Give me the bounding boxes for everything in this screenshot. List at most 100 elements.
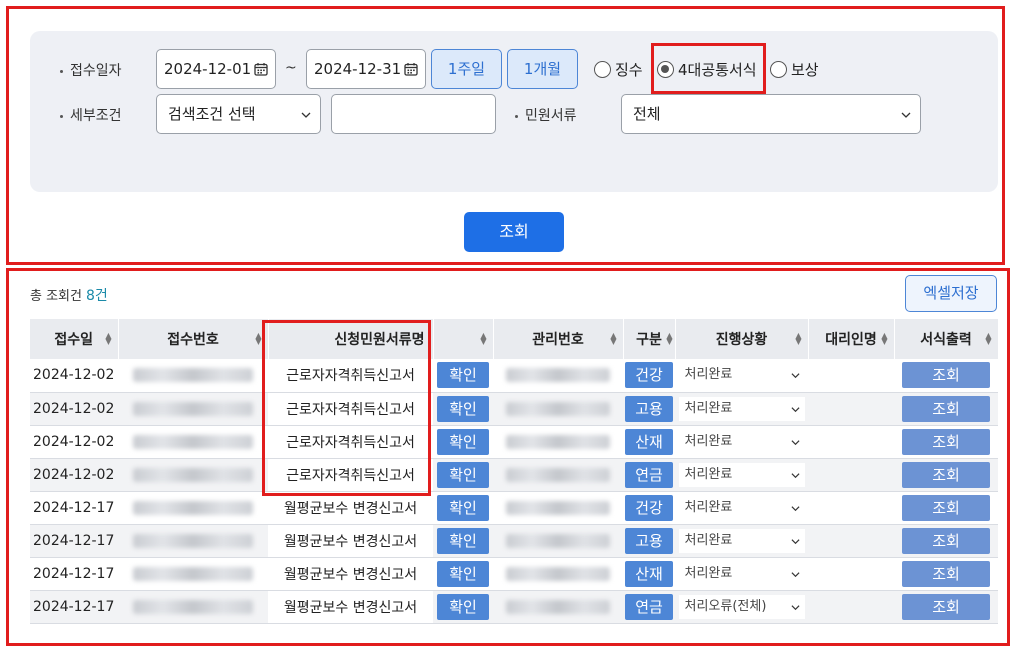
date-from-input[interactable]: 2024-12-01 [156, 49, 276, 89]
status-select[interactable]: 처리완료 [678, 561, 805, 586]
confirm-button[interactable]: 확인 [437, 494, 489, 521]
table-row[interactable]: 2024-12-17 월평균보수 변경신고서 확인 산재 처리완료 조회 [30, 557, 998, 591]
status-cell: 처리완료 [675, 458, 808, 492]
col-header-doc-name[interactable]: 신청민원서류명 [268, 319, 434, 359]
confirm-button[interactable]: 확인 [437, 428, 489, 455]
table-row[interactable]: 2024-12-02 근로자자격취득신고서 확인 건강 처리완료 조회 [30, 359, 998, 393]
insurance-type-badge[interactable]: 고용 [625, 527, 673, 554]
agent-name [808, 392, 894, 426]
confirm-button[interactable]: 확인 [437, 362, 489, 389]
print-cell: 조회 [894, 524, 998, 558]
type-cell: 건강 [623, 359, 675, 393]
sort-icon[interactable]: ▲ ▼ [255, 332, 261, 346]
form-print-button[interactable]: 조회 [902, 362, 990, 389]
table-row[interactable]: 2024-12-02 근로자자격취득신고서 확인 고용 처리완료 조회 [30, 392, 998, 426]
insurance-type-badge[interactable]: 산재 [625, 428, 673, 455]
excel-save-button[interactable]: 엑셀저장 [905, 275, 997, 312]
status-select[interactable]: 처리완료 [678, 528, 805, 553]
status-select[interactable]: 처리완료 [678, 429, 805, 454]
sort-icon[interactable]: ▲ ▼ [105, 332, 111, 346]
form-print-button[interactable]: 조회 [902, 428, 990, 455]
management-number-redacted [493, 392, 623, 426]
print-cell: 조회 [894, 425, 998, 459]
table-row[interactable]: 2024-12-17 월평균보수 변경신고서 확인 건강 처리완료 조회 [30, 491, 998, 525]
status-select[interactable]: 처리오류(전체) [678, 594, 805, 619]
receipt-number-redacted [118, 590, 268, 624]
radio-jingsu[interactable]: 징수 [594, 59, 643, 80]
calendar-icon[interactable] [404, 62, 418, 76]
sort-icon[interactable]: ▲ ▼ [480, 332, 486, 346]
confirm-button[interactable]: 확인 [437, 395, 489, 422]
status-cell: 처리완료 [675, 425, 808, 459]
col-header-receipt-no[interactable]: 접수번호 ▲ ▼ [118, 319, 269, 359]
management-number-redacted [493, 557, 623, 591]
table-row[interactable]: 2024-12-17 월평균보수 변경신고서 확인 연금 처리오류(전체) 조회 [30, 590, 998, 624]
sort-icon[interactable]: ▲ ▼ [795, 332, 801, 346]
sort-icon[interactable]: ▲ ▼ [881, 332, 887, 346]
status-select[interactable]: 처리완료 [678, 396, 805, 421]
insurance-type-badge[interactable]: 고용 [625, 395, 673, 422]
calendar-icon[interactable] [254, 62, 268, 76]
insurance-type-badge[interactable]: 산재 [625, 560, 673, 587]
status-select[interactable]: 처리완료 [678, 462, 805, 487]
document-name: 월평균보수 변경신고서 [268, 590, 433, 624]
chevron-down-icon [901, 112, 911, 118]
form-print-button[interactable]: 조회 [902, 395, 990, 422]
status-cell: 처리완료 [675, 524, 808, 558]
sort-icon[interactable]: ▲ ▼ [666, 332, 672, 346]
form-print-button[interactable]: 조회 [902, 593, 990, 620]
type-cell: 연금 [623, 590, 675, 624]
insurance-type-badge[interactable]: 건강 [625, 362, 673, 389]
detail-condition-input[interactable] [331, 94, 496, 134]
radio-button[interactable] [594, 61, 611, 78]
table-row[interactable]: 2024-12-02 근로자자격취득신고서 확인 산재 처리완료 조회 [30, 425, 998, 459]
agent-name [808, 590, 894, 624]
col-header-management-no[interactable]: 관리번호 ▲ ▼ [493, 319, 624, 359]
confirm-button[interactable]: 확인 [437, 593, 489, 620]
insurance-type-badge[interactable]: 연금 [625, 593, 673, 620]
form-print-button[interactable]: 조회 [902, 527, 990, 554]
results-table: 접수일 ▲ ▼ 접수번호 ▲ ▼ 신청민원서류명 ▲ ▼ 관리번호 ▲ ▼ 구분 ▲ ▼ 진행상황… [30, 319, 999, 624]
status-select[interactable]: 처리완료 [678, 495, 805, 520]
insurance-type-badge[interactable]: 연금 [625, 461, 673, 488]
radio-button[interactable] [770, 61, 787, 78]
radio-common-form[interactable]: 4대공통서식 [657, 59, 757, 80]
status-cell: 처리오류(전체) [675, 590, 808, 624]
radio-bosang[interactable]: 보상 [770, 59, 819, 80]
receipt-date: 2024-12-02 [30, 425, 118, 459]
confirm-button[interactable]: 확인 [437, 560, 489, 587]
receipt-number-redacted [118, 524, 268, 558]
one-month-button[interactable]: 1개월 [507, 49, 578, 89]
chevron-down-icon [301, 112, 311, 118]
date-to-input[interactable]: 2024-12-31 [306, 49, 426, 89]
confirm-button[interactable]: 확인 [437, 461, 489, 488]
detail-condition-select[interactable]: 검색조건 선택 [156, 94, 321, 134]
agent-name [808, 458, 894, 492]
receipt-date: 2024-12-02 [30, 392, 118, 426]
insurance-type-badge[interactable]: 건강 [625, 494, 673, 521]
one-week-button[interactable]: 1주일 [431, 49, 502, 89]
col-header-date[interactable]: 접수일 ▲ ▼ [30, 319, 119, 359]
col-header-agent[interactable]: 대리인명 ▲ ▼ [808, 319, 895, 359]
col-header-print[interactable]: 서식출력 ▲ ▼ [894, 319, 999, 359]
col-header-type[interactable]: 구분 ▲ ▼ [623, 319, 676, 359]
col-header-confirm[interactable]: ▲ ▼ [433, 319, 494, 359]
type-cell: 산재 [623, 425, 675, 459]
document-name: 근로자자격취득신고서 [268, 425, 433, 459]
receipt-date: 2024-12-02 [30, 458, 118, 492]
col-header-status[interactable]: 진행상황 ▲ ▼ [675, 319, 809, 359]
form-print-button[interactable]: 조회 [902, 560, 990, 587]
sort-icon[interactable]: ▲ ▼ [610, 332, 616, 346]
search-button[interactable]: 조회 [464, 212, 564, 252]
status-select[interactable]: 처리완료 [678, 363, 805, 388]
table-row[interactable]: 2024-12-17 월평균보수 변경신고서 확인 고용 처리완료 조회 [30, 524, 998, 558]
form-print-button[interactable]: 조회 [902, 461, 990, 488]
form-print-button[interactable]: 조회 [902, 494, 990, 521]
receipt-number-redacted [118, 425, 268, 459]
table-row[interactable]: 2024-12-02 근로자자격취득신고서 확인 연금 처리완료 조회 [30, 458, 998, 492]
sort-icon[interactable]: ▲ ▼ [985, 332, 991, 346]
radio-button[interactable] [657, 61, 674, 78]
document-type-select[interactable]: 전체 [621, 94, 921, 134]
confirm-button[interactable]: 확인 [437, 527, 489, 554]
management-number-redacted [493, 590, 623, 624]
